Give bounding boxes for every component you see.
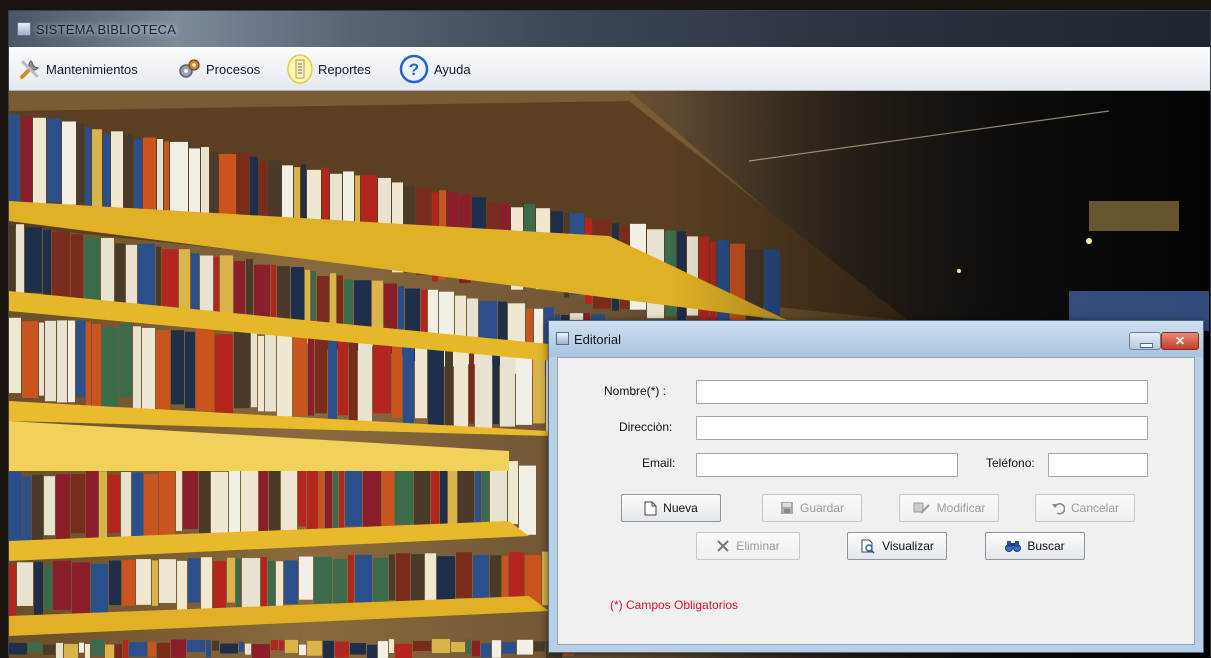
buscar-button-label: Buscar — [1027, 539, 1065, 553]
menu-mantenimientos[interactable]: Mantenimientos — [19, 47, 138, 91]
menu-procesos-label: Procesos — [206, 61, 261, 77]
telefono-input[interactable] — [1048, 453, 1148, 477]
gears-icon — [177, 58, 201, 80]
nombre-input[interactable] — [696, 380, 1148, 404]
dialog-window-icon — [556, 332, 569, 345]
report-icon — [287, 54, 313, 84]
modificar-button[interactable]: Modificar — [899, 494, 999, 522]
help-icon: ? — [399, 54, 429, 84]
eliminar-button[interactable]: Eliminar — [696, 532, 800, 560]
binoculars-icon — [1005, 539, 1022, 553]
direccion-label: Direcciòn: — [619, 420, 673, 434]
save-disk-icon — [780, 501, 794, 515]
menu-mantenimientos-label: Mantenimientos — [46, 61, 138, 77]
modificar-button-label: Modificar — [936, 501, 986, 515]
menu-ayuda-label: Ayuda — [434, 61, 471, 77]
cancelar-button-label: Cancelar — [1070, 501, 1120, 515]
svg-text:?: ? — [409, 60, 419, 79]
cancelar-button[interactable]: Cancelar — [1035, 494, 1135, 522]
dialog-title: Editorial — [574, 332, 621, 347]
main-titlebar[interactable]: SISTEMA BIBLIOTECA — [9, 11, 1210, 47]
nueva-button-label: Nueva — [663, 501, 698, 515]
direccion-input[interactable] — [696, 416, 1148, 440]
email-label: Email: — [642, 456, 676, 470]
dialog-body: Nombre(*) : Direcciòn: Email: Teléfono: … — [557, 357, 1195, 645]
required-fields-note: (*) Campos Obligatorios — [610, 598, 739, 612]
eliminar-button-label: Eliminar — [736, 539, 780, 553]
menu-procesos[interactable]: Procesos — [177, 47, 260, 91]
nueva-button[interactable]: Nueva — [621, 494, 721, 522]
nombre-label: Nombre(*) : — [604, 384, 667, 398]
menu-reportes-label: Reportes — [318, 61, 371, 77]
close-button[interactable] — [1161, 332, 1199, 350]
email-input[interactable] — [696, 453, 958, 477]
buscar-button[interactable]: Buscar — [985, 532, 1085, 560]
menubar: Mantenimientos Procesos Reportes ? Ayuda — [9, 47, 1210, 91]
visualizar-button-label: Visualizar — [882, 539, 934, 553]
guardar-button-label: Guardar — [799, 501, 845, 515]
edit-icon — [913, 501, 931, 515]
dialog-titlebar[interactable]: Editorial — [549, 321, 1203, 357]
editorial-dialog: Editorial Nombre(*) : Direcciòn: Email: … — [548, 320, 1204, 653]
guardar-button[interactable]: Guardar — [762, 494, 862, 522]
menu-ayuda[interactable]: ? Ayuda — [399, 47, 471, 91]
minimize-button[interactable] — [1129, 332, 1161, 350]
app-window-icon — [17, 22, 31, 36]
telefono-label: Teléfono: — [986, 456, 1035, 470]
wrench-icon — [19, 58, 41, 80]
visualizar-button[interactable]: Visualizar — [847, 532, 947, 560]
new-document-icon — [644, 501, 657, 516]
window-title: SISTEMA BIBLIOTECA — [36, 22, 177, 37]
delete-x-icon — [716, 539, 730, 553]
undo-icon — [1051, 501, 1065, 515]
menu-reportes[interactable]: Reportes — [287, 47, 371, 91]
view-document-icon — [860, 539, 876, 554]
